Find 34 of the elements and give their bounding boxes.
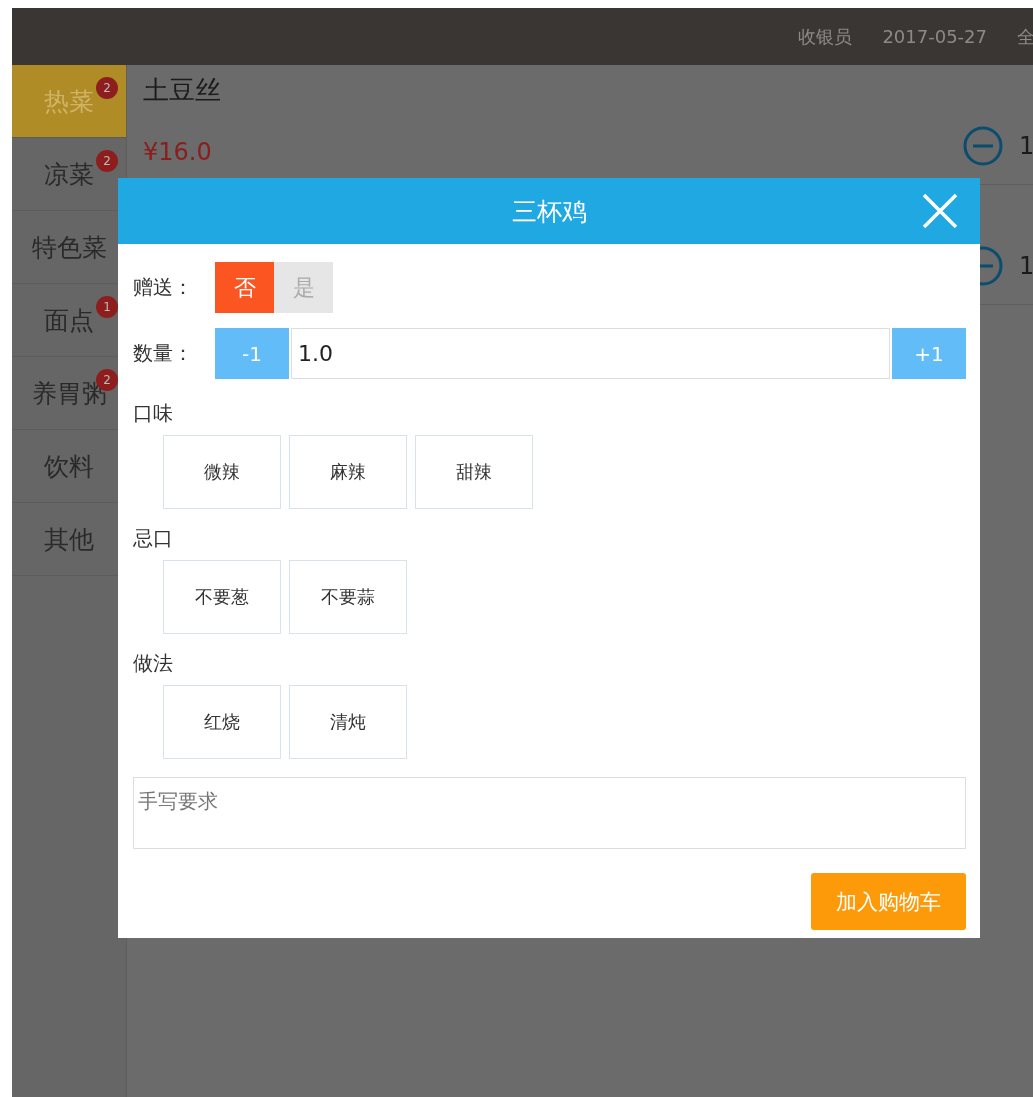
- option-group-title: 做法: [133, 650, 174, 677]
- option-group-title: 忌口: [133, 525, 174, 552]
- category-label: 饮料: [44, 450, 94, 483]
- date-text: 2017-05-27: [882, 26, 987, 47]
- count-badge: 1: [96, 296, 118, 318]
- close-icon: [922, 193, 958, 229]
- gift-option[interactable]: 否: [215, 262, 274, 313]
- option-button[interactable]: 不要蒜: [289, 560, 407, 634]
- option-group-title: 口味: [133, 400, 174, 427]
- dish-price: ¥16.0: [143, 138, 213, 166]
- category-label: 热菜: [44, 85, 94, 118]
- option-button[interactable]: 微辣: [163, 435, 281, 509]
- quantity-text: 1: [1019, 252, 1033, 280]
- cashier-label: 收银员: [798, 24, 853, 49]
- quantity-text: 1: [1019, 132, 1033, 160]
- option-button[interactable]: 清炖: [289, 685, 407, 759]
- category-label: 特色菜: [31, 231, 107, 264]
- count-badge: 2: [96, 77, 118, 99]
- category-label: 其他: [44, 523, 94, 556]
- dish-name: 土豆丝: [143, 74, 221, 107]
- count-badge: 2: [96, 150, 118, 172]
- category-label: 凉菜: [44, 158, 94, 191]
- note-field[interactable]: 手写要求: [133, 777, 966, 849]
- quantity-field[interactable]: 1.0: [291, 328, 890, 379]
- category-label: 面点: [44, 304, 94, 337]
- close-button[interactable]: [922, 193, 958, 229]
- gift-label: 赠送：: [133, 274, 194, 301]
- option-button[interactable]: 红烧: [163, 685, 281, 759]
- category-item[interactable]: 热菜 2: [12, 65, 126, 138]
- option-button[interactable]: 甜辣: [415, 435, 533, 509]
- dialog-title: 三杯鸡: [511, 195, 587, 228]
- option-button[interactable]: 麻辣: [289, 435, 407, 509]
- quantity-label: 数量：: [133, 340, 194, 367]
- option-button[interactable]: 不要葱: [163, 560, 281, 634]
